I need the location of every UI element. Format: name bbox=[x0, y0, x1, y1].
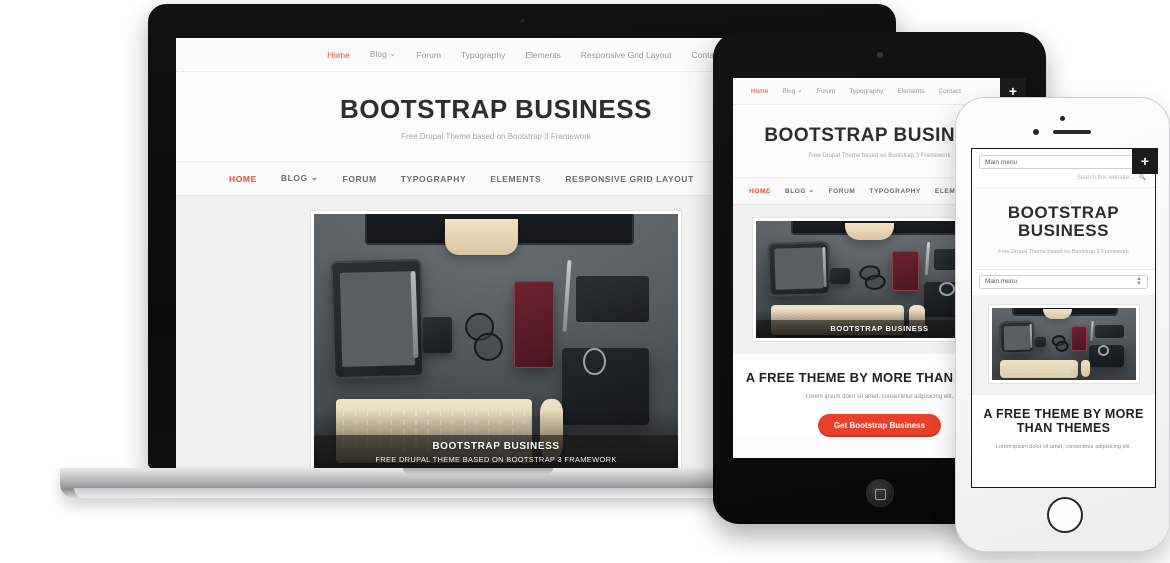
phone-secondary-menu-select-label: Main menu bbox=[985, 278, 1018, 286]
main-nav-home[interactable]: HOME bbox=[229, 174, 257, 184]
phone-secondary-menu-area: Main menu ▲ ▼ bbox=[972, 268, 1155, 295]
device-phone: Main menu ▲▼ Search this website... 🔍 BO… bbox=[955, 97, 1170, 552]
chevron-down-icon: ⌄ bbox=[797, 87, 803, 94]
tablet-front-camera-icon bbox=[876, 52, 883, 58]
main-nav-forum[interactable]: FORUM bbox=[343, 174, 377, 184]
phone-proximity-sensor-icon bbox=[1032, 129, 1039, 135]
phone-home-button[interactable] bbox=[1046, 497, 1083, 533]
top-nav-responsive-grid-layout[interactable]: Responsive Grid Layout bbox=[581, 50, 672, 60]
phone-search-row[interactable]: Search this website... 🔍 bbox=[979, 169, 1148, 187]
chevron-down-icon: ⌄ bbox=[808, 187, 815, 194]
phone-menu-area: Main menu ▲▼ Search this website... 🔍 bbox=[972, 149, 1155, 187]
top-nav-blog-label: Blog bbox=[369, 49, 387, 59]
tablet-top-nav-blog[interactable]: Blog ⌄ bbox=[782, 87, 802, 95]
hero-caption-title: BOOTSTRAP BUSINESS bbox=[432, 441, 560, 452]
main-nav-blog[interactable]: BLOG ⌄ bbox=[280, 172, 319, 184]
tablet-top-nav-elements[interactable]: Elements bbox=[897, 88, 924, 95]
tablet-top-nav-forum[interactable]: Forum bbox=[817, 88, 836, 95]
mockup-scene: Home Blog ⌄ Forum Typography Elements Re… bbox=[0, 0, 1170, 563]
top-nav-forum[interactable]: Forum bbox=[416, 50, 441, 60]
phone-main-menu-select-label: Main menu bbox=[985, 158, 1018, 166]
chevron-down-icon: ⌄ bbox=[310, 172, 319, 182]
tablet-top-nav-typography[interactable]: Typography bbox=[849, 88, 883, 95]
desktop-hero-caption: BOOTSTRAP BUSINESS FREE DRUPAL THEME BAS… bbox=[314, 435, 678, 470]
phone-screen: Main menu ▲▼ Search this website... 🔍 BO… bbox=[971, 148, 1156, 488]
phone-site-title-line2: BUSINESS bbox=[1018, 221, 1109, 241]
main-nav-elements[interactable]: ELEMENTS bbox=[490, 174, 541, 184]
chevron-down-icon: ⌄ bbox=[389, 48, 397, 58]
phone-plus-badge[interactable]: + bbox=[1132, 148, 1158, 174]
hero-photo-desk-flatlay bbox=[314, 214, 678, 470]
top-nav-typography[interactable]: Typography bbox=[461, 50, 505, 60]
tablet-top-nav-home[interactable]: Home bbox=[751, 88, 768, 95]
tablet-top-nav-contact[interactable]: Contact bbox=[938, 88, 960, 95]
top-nav-home[interactable]: Home bbox=[327, 50, 350, 60]
phone-main-menu-select[interactable]: Main menu ▲▼ bbox=[979, 155, 1148, 169]
main-nav-typography[interactable]: TYPOGRAPHY bbox=[401, 174, 467, 184]
laptop-webcam-icon bbox=[519, 18, 525, 23]
phone-hero-band bbox=[972, 294, 1155, 394]
hero-caption-subtitle: FREE DRUPAL THEME BASED ON BOOTSTRAP 3 F… bbox=[375, 455, 617, 464]
phone-site-title-line1: BOOTSTRAP bbox=[1007, 203, 1120, 222]
phone-hero-frame bbox=[987, 303, 1140, 384]
phone-brand-block: BOOTSTRAP BUSINESS Free Drupal Theme bas… bbox=[972, 188, 1155, 269]
tablet-main-nav-home[interactable]: HOME bbox=[749, 188, 771, 195]
tablet-main-nav-forum[interactable]: FORUM bbox=[829, 188, 856, 195]
tablet-main-nav-blog-label: BLOG bbox=[784, 188, 807, 195]
main-nav-responsive-grid-layout[interactable]: RESPONSIVE GRID LAYOUT bbox=[565, 174, 694, 184]
top-nav-blog[interactable]: Blog ⌄ bbox=[369, 48, 397, 60]
phone-promo-body: Lorem ipsum dolor sit amet, consectetur … bbox=[995, 443, 1132, 450]
phone-search-placeholder: Search this website... bbox=[1076, 175, 1134, 181]
phone-secondary-menu-select[interactable]: Main menu ▲ ▼ bbox=[979, 274, 1148, 289]
top-nav-elements[interactable]: Elements bbox=[525, 50, 560, 60]
site-mobile: Main menu ▲▼ Search this website... 🔍 BO… bbox=[972, 149, 1155, 487]
tablet-cta-get-bootstrap-business[interactable]: Get Bootstrap Business bbox=[817, 413, 942, 437]
tablet-main-nav-blog[interactable]: BLOG ⌄ bbox=[785, 187, 815, 195]
phone-promo-heading: A FREE THEME BY MORE THAN THEMES bbox=[983, 406, 1144, 436]
select-arrows-icon: ▲▼ bbox=[1136, 275, 1142, 287]
phone-front-camera-icon bbox=[1060, 116, 1065, 121]
phone-earpiece-speaker-icon bbox=[1052, 130, 1091, 134]
phone-promo-block: A FREE THEME BY MORE THAN THEMES Lorem i… bbox=[972, 393, 1155, 450]
desktop-hero-frame: BOOTSTRAP BUSINESS FREE DRUPAL THEME BAS… bbox=[310, 210, 682, 470]
main-nav-blog-label: BLOG bbox=[280, 173, 308, 183]
tablet-main-nav-typography[interactable]: TYPOGRAPHY bbox=[869, 188, 921, 195]
tablet-top-nav-blog-label: Blog bbox=[782, 88, 796, 95]
phone-body: Main menu ▲▼ Search this website... 🔍 BO… bbox=[955, 97, 1170, 552]
phone-hero-photo-desk-flatlay bbox=[991, 307, 1136, 380]
search-icon[interactable]: 🔍 bbox=[1139, 175, 1146, 181]
tablet-home-button[interactable] bbox=[865, 479, 894, 507]
phone-site-tagline: Free Drupal Theme based on Bootstrap 3 F… bbox=[998, 248, 1129, 255]
